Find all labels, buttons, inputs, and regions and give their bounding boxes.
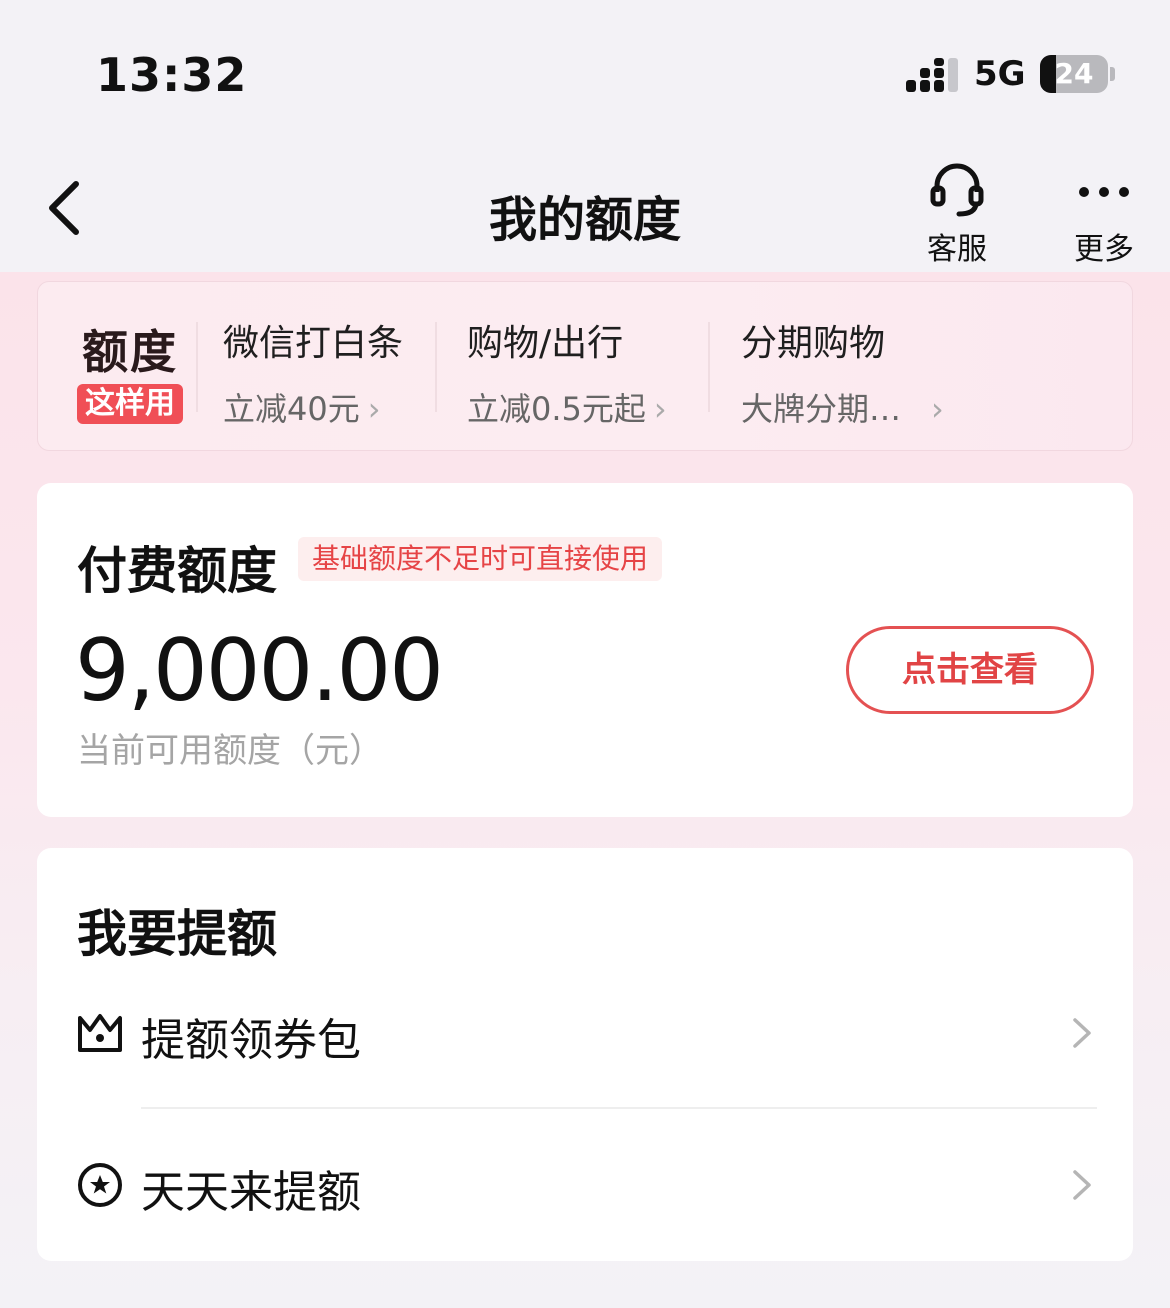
chevron-right-icon xyxy=(1073,1018,1091,1048)
service-label: 客服 xyxy=(927,232,987,267)
chevron-right-icon: › xyxy=(367,390,381,428)
view-button[interactable]: 点击查看 xyxy=(846,626,1094,714)
promo-item-sub: 立减0.5元起 xyxy=(467,390,646,428)
battery-icon: 24 xyxy=(1040,55,1116,93)
promo-brand-title: 额度 xyxy=(82,325,178,379)
list-item-label: 提额领券包 xyxy=(141,1015,361,1066)
promo-item-wechat[interactable]: 微信打白条 立减40元 › xyxy=(223,314,403,430)
raise-limit-title: 我要提额 xyxy=(77,905,277,963)
promo-item-installment[interactable]: 分期购物 大牌分期… › xyxy=(741,314,944,430)
promo-brand: 额度 这样用 xyxy=(70,316,190,424)
list-item-label: 天天来提额 xyxy=(141,1167,361,1218)
service-button[interactable]: 客服 xyxy=(902,158,1012,268)
signal-icon xyxy=(906,58,958,92)
more-label: 更多 xyxy=(1074,232,1134,267)
more-button[interactable]: 更多 xyxy=(1049,158,1159,268)
star-circle-icon xyxy=(78,1163,122,1207)
promo-item-title: 购物/出行 xyxy=(467,323,624,364)
battery-level: 24 xyxy=(1054,57,1094,90)
promo-item-title: 微信打白条 xyxy=(223,323,404,364)
ellipsis-icon xyxy=(1079,187,1129,197)
promo-item-title: 分期购物 xyxy=(741,323,886,364)
chevron-right-icon: › xyxy=(931,390,944,428)
status-time: 13:32 xyxy=(96,48,248,102)
promo-item-shopping[interactable]: 购物/出行 立减0.5元起 › xyxy=(467,314,667,430)
promo-brand-badge: 这样用 xyxy=(77,384,183,424)
list-item-coupon-pack[interactable]: 提额领券包 xyxy=(37,958,1133,1108)
list-divider xyxy=(141,1107,1097,1109)
paid-credit-title: 付费额度 xyxy=(77,542,277,600)
paid-credit-card: 付费额度 基础额度不足时可直接使用 9,000.00 当前可用额度（元） 点击查… xyxy=(37,483,1133,817)
network-label: 5G xyxy=(974,54,1026,94)
headset-icon xyxy=(930,163,984,217)
available-amount-label: 当前可用额度（元） xyxy=(77,731,383,771)
promo-item-sub: 立减40元 xyxy=(223,390,360,428)
paid-credit-tag: 基础额度不足时可直接使用 xyxy=(298,537,663,581)
chevron-right-icon: › xyxy=(653,390,667,428)
nav-bar: 我的额度 客服 更多 xyxy=(0,150,1170,272)
promo-item-sub: 大牌分期… xyxy=(741,390,902,428)
list-item-daily-raise[interactable]: 天天来提额 xyxy=(37,1110,1133,1260)
available-amount: 9,000.00 xyxy=(75,621,444,721)
promo-banner: 额度 这样用 微信打白条 立减40元 › 购物/出行 立减0.5元起 › 分期购物 … xyxy=(37,281,1133,451)
status-bar: 13:32 5G 24 xyxy=(0,0,1170,150)
chevron-right-icon xyxy=(1073,1170,1091,1200)
raise-limit-card: 我要提额 提额领券包 天天来提额 xyxy=(37,848,1133,1261)
crown-icon xyxy=(78,1014,122,1052)
